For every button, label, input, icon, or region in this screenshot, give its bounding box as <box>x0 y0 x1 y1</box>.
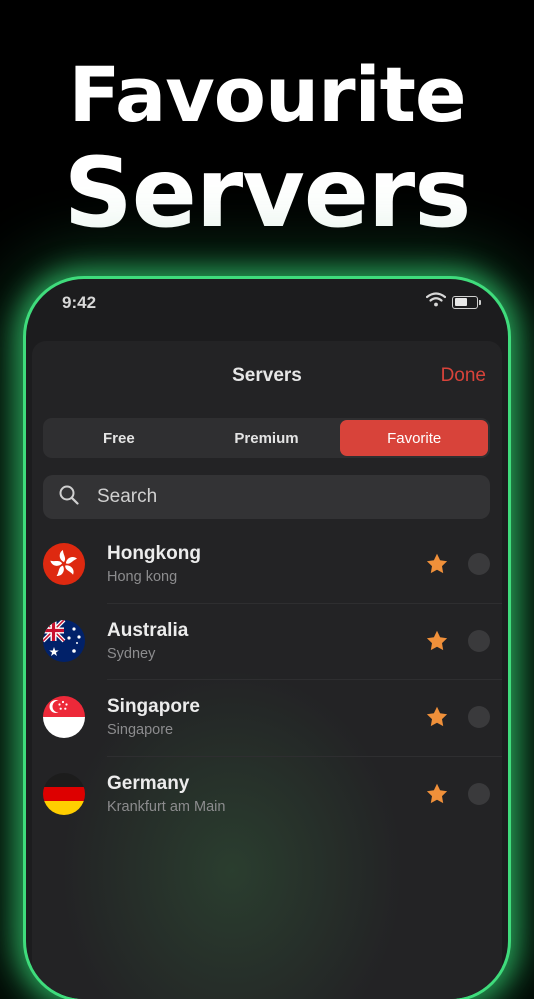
page-title: Servers <box>232 365 302 386</box>
battery-level <box>454 298 468 306</box>
server-city: Sydney <box>107 645 156 662</box>
server-name: Singapore <box>107 696 200 717</box>
servers-sheet: Servers Done Free Premium Favorite Searc… <box>32 341 502 999</box>
wifi-icon <box>425 292 447 312</box>
server-row-hongkong[interactable]: Hongkong Hong kong <box>32 527 502 604</box>
server-list: Hongkong Hong kong Australia Sydney Sing… <box>32 527 502 833</box>
favorite-star-icon[interactable] <box>425 552 449 581</box>
hong-kong-flag-icon <box>43 543 85 585</box>
status-bar: 9:42 <box>26 279 508 335</box>
singapore-flag-icon <box>43 696 85 738</box>
tab-favorite[interactable]: Favorite <box>340 420 489 456</box>
search-icon <box>59 485 79 510</box>
favorite-star-icon[interactable] <box>425 629 449 658</box>
server-name: Australia <box>107 619 189 641</box>
select-server-radio[interactable] <box>468 553 490 575</box>
server-row-germany[interactable]: Germany Krankfurt am Main <box>32 757 502 834</box>
select-server-radio[interactable] <box>468 706 490 728</box>
server-city: Krankfurt am Main <box>107 798 226 815</box>
server-name: Germany <box>107 772 190 794</box>
search-input[interactable] <box>95 485 459 509</box>
tab-premium[interactable]: Premium <box>193 420 341 456</box>
search-bar <box>43 475 490 519</box>
status-icons <box>425 292 481 312</box>
favorite-star-icon[interactable] <box>425 705 449 734</box>
server-row-singapore[interactable]: Singapore Singapore <box>32 680 502 757</box>
headline-line-1: Favourite <box>68 50 466 139</box>
server-row-australia[interactable]: Australia Sydney <box>32 604 502 680</box>
server-city: Hong kong <box>107 569 178 585</box>
server-tier-tabs: Free Premium Favorite <box>43 418 490 458</box>
select-server-radio[interactable] <box>468 782 490 805</box>
headline-line-2: Servers <box>63 137 472 249</box>
favorite-star-icon[interactable] <box>425 782 449 811</box>
germany-flag-icon <box>43 772 85 815</box>
done-button[interactable]: Done <box>441 365 486 387</box>
select-server-radio[interactable] <box>468 629 490 652</box>
status-time: 9:42 <box>62 293 97 312</box>
australia-flag-icon <box>43 619 85 662</box>
server-city: Singapore <box>107 722 174 738</box>
server-name: Hongkong <box>107 543 201 564</box>
phone-frame: 9:42 Servers Done Free Premium Favorite <box>26 279 508 999</box>
tab-free[interactable]: Free <box>45 420 193 456</box>
battery-icon <box>452 295 481 309</box>
